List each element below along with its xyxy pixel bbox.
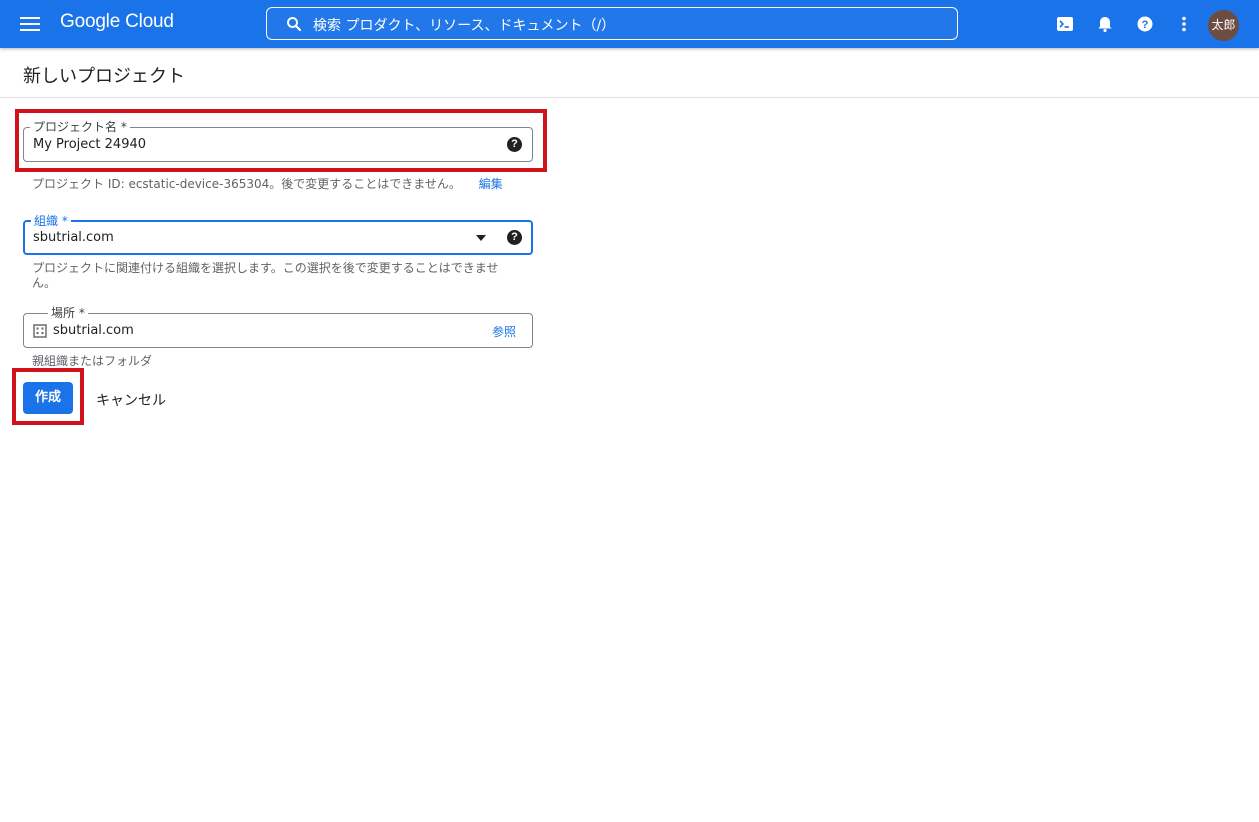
- more-vert-icon[interactable]: [1174, 14, 1194, 34]
- dropdown-arrow-icon[interactable]: [475, 233, 487, 243]
- svg-text:?: ?: [1142, 19, 1149, 31]
- location-value: sbutrial.com: [53, 323, 134, 338]
- project-name-help-icon[interactable]: ?: [507, 137, 522, 152]
- search-input[interactable]: 検索 プロダクト、リソース、ドキュメント（/）: [266, 7, 958, 40]
- project-id-text: プロジェクト ID: ecstatic-device-365304。後で変更する…: [32, 177, 461, 191]
- page-title: 新しいプロジェクト: [23, 66, 185, 87]
- location-label: 場所 *: [48, 304, 88, 321]
- search-icon: [287, 17, 302, 32]
- create-button[interactable]: 作成: [23, 382, 73, 414]
- browse-location-link[interactable]: 参照: [492, 323, 516, 340]
- organization-label: 組織 *: [31, 212, 71, 229]
- project-id-hint: プロジェクト ID: ecstatic-device-365304。後で変更する…: [32, 175, 503, 192]
- building-icon: [33, 324, 47, 338]
- location-field[interactable]: 場所 * sbutrial.com 参照: [23, 304, 533, 348]
- cancel-button[interactable]: キャンセル: [96, 390, 166, 410]
- organization-select[interactable]: 組織 * sbutrial.com ?: [23, 212, 533, 255]
- organization-value: sbutrial.com: [33, 230, 114, 245]
- edit-project-id-link[interactable]: 編集: [479, 177, 503, 191]
- help-icon[interactable]: ?: [1135, 14, 1155, 34]
- organization-help-icon[interactable]: ?: [507, 230, 522, 245]
- top-bar: Google Cloud 検索 プロダクト、リソース、ドキュメント（/） ? 太…: [0, 0, 1259, 48]
- project-name-value: My Project 24940: [33, 137, 147, 152]
- location-hint: 親組織またはフォルダ: [32, 354, 153, 368]
- avatar[interactable]: 太郎: [1208, 10, 1239, 41]
- google-cloud-logo[interactable]: Google Cloud: [60, 11, 174, 33]
- project-name-label: プロジェクト名 *: [30, 118, 130, 135]
- organization-hint-line1: プロジェクトに関連付ける組織を選択します。この選択を後で変更することはできませ: [32, 261, 499, 275]
- menu-icon[interactable]: [20, 14, 40, 34]
- bell-icon[interactable]: [1095, 14, 1115, 34]
- terminal-icon[interactable]: [1055, 14, 1075, 34]
- page-header: 新しいプロジェクト: [0, 48, 1259, 98]
- search-placeholder: 検索 プロダクト、リソース、ドキュメント（/）: [313, 18, 616, 34]
- project-name-field[interactable]: プロジェクト名 * My Project 24940 ?: [23, 118, 533, 162]
- organization-hint-line2: ん。: [32, 276, 57, 290]
